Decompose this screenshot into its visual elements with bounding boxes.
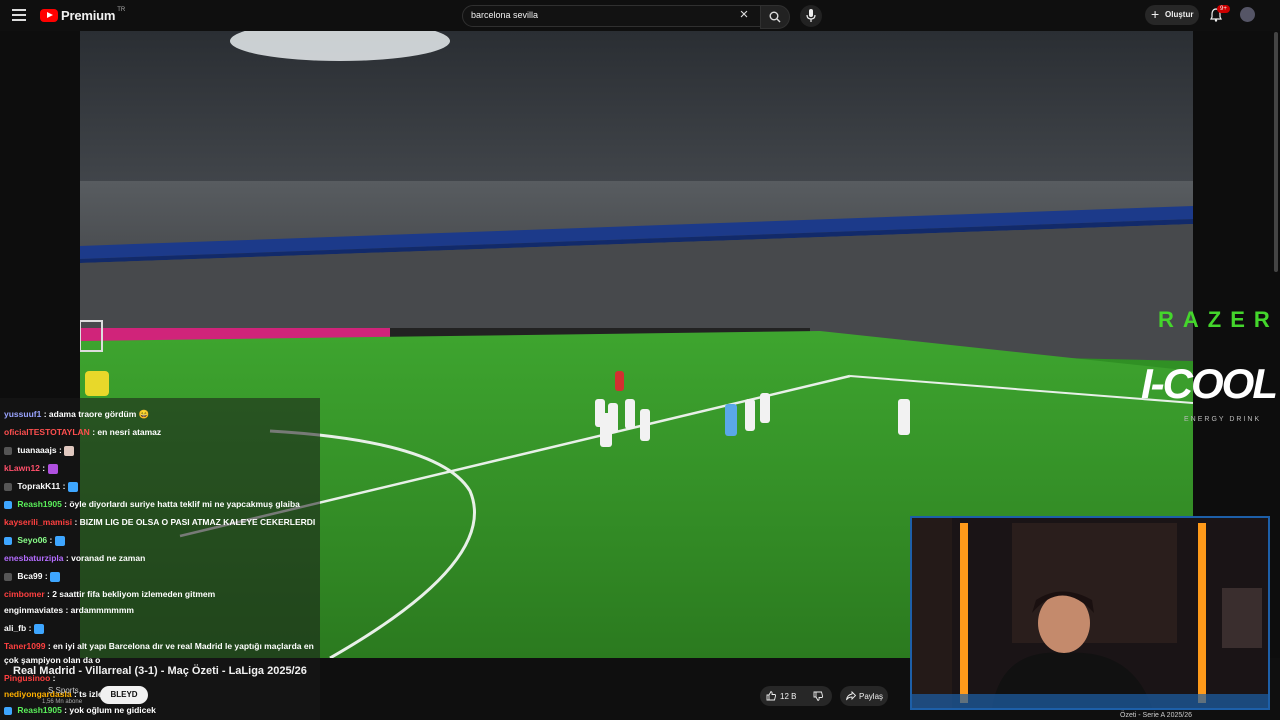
chat-username: kLawn12 <box>4 463 40 473</box>
logo-text: Premium <box>61 8 116 23</box>
chat-username: cimbomer <box>4 589 45 599</box>
like-count: 12 B <box>780 692 797 701</box>
emote-icon <box>54 535 65 546</box>
logo-region: TR <box>117 6 126 13</box>
icool-subtitle: ENERGY DRINK <box>1184 416 1262 423</box>
share-icon <box>846 691 856 701</box>
search-input[interactable]: barcelona sevilla <box>462 5 764 27</box>
search-button[interactable] <box>760 5 790 29</box>
emote-icon <box>50 571 61 582</box>
chat-text: : 2 saattir fifa bekliyom izlemeden gitm… <box>47 589 216 599</box>
plus-icon: + <box>1151 6 1160 22</box>
like-dislike-group[interactable]: 12 B <box>760 686 832 706</box>
chat-username: Reash1905 <box>17 499 62 509</box>
emote-icon <box>47 463 58 474</box>
chat-message: ToprakK11 : <box>4 480 78 492</box>
chat-username: Bca99 <box>17 571 43 581</box>
search-query: barcelona sevilla <box>471 10 539 20</box>
subscribe-button[interactable]: BLEYD <box>100 686 148 704</box>
chat-text: : ardammmmmm <box>65 605 134 615</box>
channel-subscribers: 1,56 Mn abone <box>42 699 83 705</box>
thumbs-down-icon[interactable] <box>813 691 823 701</box>
mic-icon <box>806 9 816 22</box>
account-avatar[interactable] <box>1240 7 1255 22</box>
thumbs-up-icon[interactable] <box>766 691 776 701</box>
chat-text: : <box>62 481 66 491</box>
chat-text: çok şampiyon olan da o <box>4 655 101 665</box>
top-bar: Premium TR barcelona sevilla × + Oluştur… <box>0 0 1280 31</box>
chat-username: ToprakK11 <box>17 481 61 491</box>
badge-icon <box>4 482 12 491</box>
youtube-play-icon <box>40 9 58 22</box>
chat-message: kLawn12 : <box>4 462 58 474</box>
chat-username: yussuuf1 <box>4 409 42 419</box>
webcam-overlay <box>910 516 1270 710</box>
chat-message: ali_fb : <box>4 622 44 634</box>
chat-message: tuanaaajs : <box>4 444 75 456</box>
chat-text: : en iyi alt yapı Barcelona dır ve real … <box>47 641 314 651</box>
page-scrollbar[interactable] <box>1274 32 1278 272</box>
chat-username: Seyo06 <box>17 535 48 545</box>
chat-message: Seyo06 : <box>4 534 65 546</box>
chat-message: Reash1905 : öyle diyorlardı suriye hatta… <box>4 498 300 510</box>
menu-icon[interactable] <box>12 9 26 21</box>
badge-icon <box>4 446 12 455</box>
chat-username: ali_fb <box>4 623 27 633</box>
chat-username: enesbaturzipla <box>4 553 64 563</box>
emote-icon <box>64 445 75 456</box>
chat-username: Reash1905 <box>17 705 62 715</box>
chat-text: : en nesri atamaz <box>92 427 162 437</box>
chat-username: kayserili_mamisi <box>4 517 73 527</box>
chat-message: Bca99 : <box>4 570 61 582</box>
video-title[interactable]: Real Madrid - Villarreal (3-1) - Maç Öze… <box>13 665 307 677</box>
chat-username: oficialTESTOTAYLAN <box>4 427 90 437</box>
chat-text: : <box>49 535 53 545</box>
chat-message: kayserili_mamisi : BIZIM LIG DE OLSA O P… <box>4 516 315 528</box>
chat-text: : <box>44 571 48 581</box>
chat-text: : <box>42 463 46 473</box>
chat-message: Reash1905 : yok oğlum ne gidicek <box>4 704 156 716</box>
badge-icon <box>4 500 12 509</box>
emote-icon <box>67 481 78 492</box>
chat-text: : <box>28 623 32 633</box>
create-label: Oluştur <box>1165 10 1194 19</box>
create-button[interactable]: + Oluştur <box>1145 5 1199 25</box>
chat-text: : voranad ne zaman <box>65 553 146 563</box>
razer-logo: RAZER <box>1158 307 1279 332</box>
voice-search-button[interactable] <box>800 5 822 27</box>
search-icon <box>769 11 781 23</box>
badge-icon <box>4 536 12 545</box>
chat-text: : BIZIM LIG DE OLSA O PASI ATMAZ KALEYE … <box>74 517 316 527</box>
chat-text: : <box>58 445 62 455</box>
chat-message: oficialTESTOTAYLAN : en nesri atamaz <box>4 426 161 438</box>
emote-icon <box>33 623 44 634</box>
chat-message: cimbomer : 2 saattir fifa bekliyom izlem… <box>4 588 215 600</box>
chat-message: yussuuf1 : adama traore gördüm 😄 <box>4 408 149 420</box>
chat-username: tuanaaajs <box>17 445 57 455</box>
chat-username: enginmaviates <box>4 605 64 615</box>
chat-username: Taner1099 <box>4 641 46 651</box>
next-video-title[interactable]: Özeti - Serie A 2025/26 <box>1120 712 1192 719</box>
chat-message: Taner1099 : en iyi alt yapı Barcelona dı… <box>4 640 314 652</box>
channel-name[interactable]: S Sports <box>48 686 79 695</box>
chat-text: : öyle diyorlardı suriye hatta teklif mi… <box>64 499 300 509</box>
chat-text: : yok oğlum ne gidicek <box>64 705 156 715</box>
chat-text: : adama traore gördüm 😄 <box>43 409 150 419</box>
share-button[interactable]: Paylaş <box>840 686 888 706</box>
chat-message: enesbaturzipla : voranad ne zaman <box>4 552 145 564</box>
clear-search-icon[interactable]: × <box>735 6 753 24</box>
badge-icon <box>4 572 12 581</box>
share-label: Paylaş <box>859 692 884 701</box>
badge-icon <box>4 706 12 715</box>
youtube-logo[interactable]: Premium TR <box>40 6 126 23</box>
chat-message: enginmaviates : ardammmmmm <box>4 604 134 616</box>
icool-logo: I-COOL <box>1141 360 1278 407</box>
notification-badge: 9+ <box>1217 5 1230 13</box>
webcam-scene <box>912 518 1268 708</box>
